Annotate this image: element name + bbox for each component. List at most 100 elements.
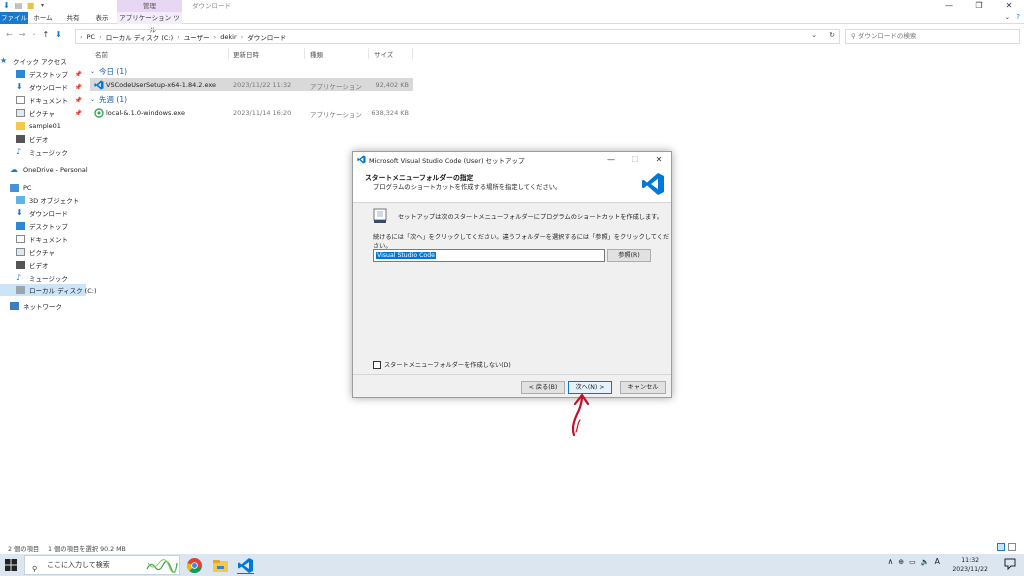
start-menu-folder-input[interactable]: Visual Studio Code: [373, 249, 605, 262]
breadcrumb-local-disk[interactable]: ローカル ディスク (C:): [106, 32, 173, 42]
sidebar-item-label: ピクチャ: [29, 249, 55, 257]
sidebar-item-videos-pc[interactable]: ビデオ: [0, 259, 86, 271]
tab-view[interactable]: 表示: [89, 12, 115, 24]
back-button[interactable]: < 戻る(B): [521, 381, 565, 394]
chevron-up-icon[interactable]: ∧: [887, 557, 893, 566]
address-bar[interactable]: › PC › ローカル ディスク (C:) › ユーザー › dekir › ダ…: [75, 29, 840, 44]
sidebar-item-label: ローカル ディスク (C:): [29, 287, 97, 295]
down-arrow-icon[interactable]: ⬇: [2, 1, 11, 10]
minimize-button[interactable]: —: [599, 152, 623, 167]
tab-file[interactable]: ファイル: [0, 12, 28, 24]
clock-time: 11:32: [961, 557, 980, 564]
tab-share[interactable]: 共有: [60, 12, 86, 24]
video-icon: [16, 135, 25, 143]
sidebar-item-downloads-pc[interactable]: ⬇ ダウンロード: [0, 207, 86, 219]
help-icon[interactable]: ?: [1016, 13, 1020, 21]
refresh-icon[interactable]: ↻: [829, 31, 835, 39]
column-header-name[interactable]: 名前: [95, 49, 108, 59]
desktop-icon: [16, 222, 25, 230]
restore-button[interactable]: ❐: [964, 0, 994, 12]
sidebar-item-documents-pc[interactable]: ドキュメント: [0, 233, 86, 245]
group-header-last-week[interactable]: ⌄ 先週 (1): [90, 94, 127, 105]
minimize-button[interactable]: —: [934, 0, 964, 12]
breadcrumb-downloads[interactable]: ダウンロード: [247, 32, 286, 42]
sidebar-item-3d-objects[interactable]: 3D オブジェクト: [0, 194, 86, 206]
search-input[interactable]: ⚲ ダウンロードの検索: [845, 29, 1020, 44]
file-date: 2023/11/22 11:32: [233, 81, 292, 89]
network-icon[interactable]: ⊕: [898, 558, 904, 566]
chevron-down-icon[interactable]: ⌄: [811, 31, 817, 39]
close-button[interactable]: ✕: [647, 152, 671, 167]
group-header-today[interactable]: ⌄ 今日 (1): [90, 66, 127, 77]
item-count: 2 個の項目: [8, 546, 40, 553]
vscode-taskbar-icon[interactable]: [237, 557, 254, 574]
context-tab-manage[interactable]: 管理: [117, 0, 182, 12]
search-highlight-icon[interactable]: [145, 557, 179, 574]
system-tray: ∧ ⊕ ▭ 🔈 A: [887, 557, 940, 566]
sidebar-item-label: ドキュメント: [29, 97, 68, 105]
cancel-button[interactable]: キャンセル: [620, 381, 666, 394]
column-header-size[interactable]: サイズ: [374, 49, 393, 59]
large-icons-view-icon[interactable]: [1008, 543, 1016, 551]
breadcrumb-users[interactable]: ユーザー: [184, 32, 210, 42]
sidebar-item-sample01[interactable]: sample01: [0, 120, 86, 132]
sidebar-item-local-disk[interactable]: ローカル ディスク (C:): [0, 284, 96, 296]
chevron-down-icon[interactable]: ⌄: [31, 30, 36, 39]
browse-button[interactable]: 参照(R): [607, 249, 651, 262]
file-type: アプリケーション: [310, 83, 362, 91]
file-row[interactable]: VSCodeUserSetup-x64-1.84.2.exe 2023/11/2…: [90, 78, 413, 91]
sidebar-item-onedrive[interactable]: ☁ OneDrive - Personal: [0, 164, 88, 176]
cube-icon: [16, 196, 25, 204]
sidebar-item-label: ビデオ: [29, 262, 49, 270]
battery-icon[interactable]: ▭: [909, 558, 916, 566]
file-type: アプリケーション: [310, 111, 362, 119]
sidebar-item-pictures[interactable]: ピクチャ 📌: [0, 107, 86, 119]
setup-dialog: Microsoft Visual Studio Code (User) セットア…: [352, 151, 672, 398]
breadcrumb-pc[interactable]: PC: [87, 33, 95, 41]
sidebar-item-desktop[interactable]: デスクトップ 📌: [0, 68, 86, 80]
up-arrow-icon[interactable]: ↑: [42, 30, 49, 39]
sidebar-item-pc[interactable]: PC: [0, 182, 86, 194]
no-folder-checkbox[interactable]: [373, 360, 381, 369]
chrome-icon[interactable]: [186, 557, 203, 574]
taskbar-search-placeholder: ここに入力して検索: [47, 561, 110, 569]
new-folder-icon[interactable]: ■: [26, 1, 35, 10]
sidebar-item-videos[interactable]: ビデオ: [0, 133, 86, 145]
sidebar-item-music[interactable]: ♪ ミュージック: [0, 146, 86, 158]
search-placeholder: ダウンロードの検索: [857, 32, 917, 40]
pin-icon: 📌: [74, 70, 82, 78]
sidebar-item-desktop-pc[interactable]: デスクトップ: [0, 220, 86, 232]
windows-start-icon[interactable]: [4, 558, 18, 572]
breadcrumb-user[interactable]: dekir: [220, 33, 236, 41]
column-header-date[interactable]: 更新日時: [233, 49, 259, 59]
file-explorer-icon[interactable]: [212, 557, 229, 574]
sidebar-item-pictures-pc[interactable]: ピクチャ: [0, 246, 86, 258]
network-icon: [10, 302, 19, 310]
sidebar-item-documents[interactable]: ドキュメント 📌: [0, 94, 86, 106]
chevron-down-icon[interactable]: ▾: [38, 1, 47, 10]
taskbar-clock[interactable]: 11:32 2023/11/22: [952, 556, 988, 574]
volume-icon[interactable]: 🔈: [921, 558, 930, 566]
star-icon: ★: [0, 56, 8, 65]
properties-icon[interactable]: ▤: [14, 1, 23, 10]
download-icon: ⬇: [16, 82, 23, 91]
forward-arrow-icon[interactable]: →: [19, 30, 26, 39]
back-arrow-icon[interactable]: ←: [6, 30, 13, 39]
file-row[interactable]: local-&.1.0-windows.exe 2023/11/14 16:20…: [90, 106, 413, 119]
tab-home[interactable]: ホーム: [30, 12, 56, 24]
no-folder-checkbox-row[interactable]: スタートメニューフォルダーを作成しない(D): [373, 360, 511, 369]
details-view-icon[interactable]: [997, 543, 1005, 551]
close-button[interactable]: ✕: [994, 0, 1024, 12]
chevron-down-icon: ⌄: [90, 96, 96, 103]
sidebar-item-label: ピクチャ: [29, 110, 55, 118]
ime-indicator[interactable]: A: [935, 557, 940, 566]
column-divider: [304, 48, 305, 59]
tab-app-tools[interactable]: アプリケーション ツール: [117, 12, 182, 34]
chevron-down-icon[interactable]: ⌄: [1004, 13, 1010, 21]
notification-icon[interactable]: [1004, 558, 1016, 570]
sidebar-item-quick-access[interactable]: ★ クイック アクセス: [0, 55, 86, 67]
sidebar-item-downloads[interactable]: ⬇ ダウンロード 📌: [0, 81, 86, 93]
sidebar-item-music-pc[interactable]: ♪ ミュージック: [0, 272, 86, 284]
sidebar-item-network[interactable]: ネットワーク: [0, 300, 86, 312]
column-header-type[interactable]: 種類: [310, 49, 323, 59]
